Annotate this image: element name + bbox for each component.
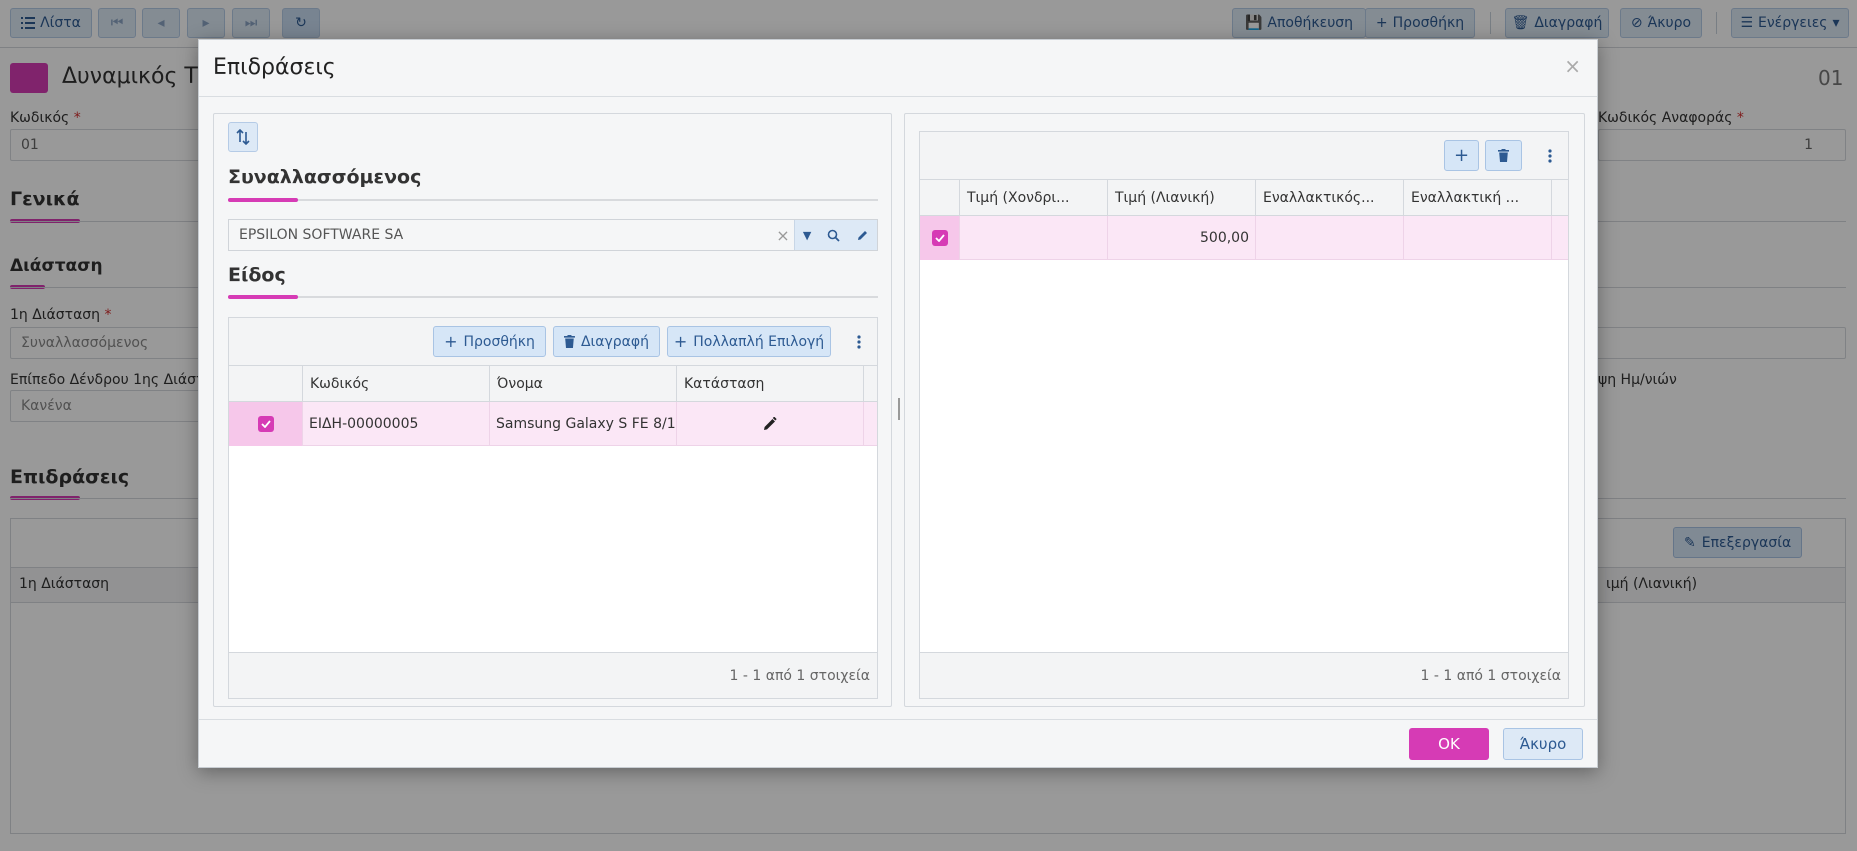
trash-icon [564, 335, 575, 348]
lookup-buttons: ▼ [794, 220, 877, 250]
dialog-footer: OK Άκυρο [199, 719, 1597, 767]
retail-price-cell[interactable]: 500,00 [1108, 216, 1256, 260]
column-header-code[interactable]: Κωδικός [303, 366, 490, 402]
select-column-header [229, 366, 303, 402]
prices-grid-pager: 1 - 1 από 1 στοιχεία [920, 652, 1568, 698]
delete-price-button[interactable] [1485, 140, 1522, 171]
search-icon[interactable] [827, 229, 840, 242]
add-item-button[interactable]: + Προσθήκη [433, 326, 546, 357]
trash-icon [1498, 149, 1509, 162]
dialog-header: Επιδράσεις × [199, 40, 1597, 97]
dialog-cancel-button[interactable]: Άκυρο [1503, 728, 1583, 760]
section-line [228, 296, 878, 298]
row-checkbox-cell[interactable] [229, 402, 303, 446]
prices-grid-header: Τιμή (Χονδρι... Τιμή (Λιανική) Εναλλακτι… [920, 180, 1568, 216]
close-icon[interactable]: × [1564, 54, 1581, 78]
plus-icon: + [673, 332, 688, 351]
left-panel: Συναλλασσόμενος EPSILON SOFTWARE SA × ▼ … [213, 113, 892, 707]
table-row[interactable]: ΕΙΔΗ-00000005 Samsung Galaxy S FE 8/128G [229, 402, 877, 446]
section-accent [228, 198, 298, 202]
delete-item-button-label: Διαγραφή [580, 333, 649, 350]
pencil-icon[interactable] [763, 417, 777, 431]
column-header-wholesale-price[interactable]: Τιμή (Χονδρι... [960, 180, 1108, 216]
panel-splitter[interactable] [898, 398, 900, 420]
column-header-status[interactable]: Κατάσταση [677, 366, 864, 402]
column-header-name[interactable]: Όνομα [490, 366, 677, 402]
dropdown-caret-icon[interactable]: ▼ [803, 229, 811, 242]
prices-grid-toolbar: + [920, 132, 1568, 180]
row-checkbox-cell[interactable] [920, 216, 960, 260]
partner-lookup-value[interactable]: EPSILON SOFTWARE SA [229, 220, 772, 250]
add-item-button-label: Προσθήκη [463, 333, 535, 350]
item-name-cell: Samsung Galaxy S FE 8/128G [490, 402, 677, 446]
column-header-alt-1[interactable]: Εναλλακτικός... [1256, 180, 1404, 216]
section-line [228, 199, 878, 201]
items-grid: + Προσθήκη Διαγραφή + Πολλαπλή Επιλογή Κωδ… [228, 317, 878, 699]
partner-section-title: Συναλλασσόμενος [228, 166, 422, 188]
sort-arrows-icon [236, 129, 250, 145]
alt-1-cell[interactable] [1256, 216, 1404, 260]
checkbox-checked-icon[interactable] [257, 416, 274, 432]
alt-2-cell[interactable] [1404, 216, 1552, 260]
multi-select-button[interactable]: + Πολλαπλή Επιλογή [667, 326, 831, 357]
plus-icon: + [1453, 145, 1470, 166]
items-grid-toolbar: + Προσθήκη Διαγραφή + Πολλαπλή Επιλογή [229, 318, 877, 366]
multi-select-button-label: Πολλαπλή Επιλογή [693, 333, 825, 350]
column-header-alt-2[interactable]: Εναλλακτική ... [1404, 180, 1552, 216]
effects-dialog: Επιδράσεις × Συναλλασσόμενος EPSILON SOF… [198, 39, 1598, 768]
dialog-title: Επιδράσεις [213, 55, 336, 80]
more-options-icon[interactable] [1540, 146, 1560, 166]
right-panel: + Τιμή (Χονδρι... Τιμή (Λιανική) Εναλλακ… [904, 113, 1585, 707]
prices-grid: + Τιμή (Χονδρι... Τιμή (Λιανική) Εναλλακ… [919, 131, 1569, 699]
item-section-title: Είδος [228, 264, 286, 286]
delete-item-button[interactable]: Διαγραφή [553, 326, 660, 357]
swap-order-button[interactable] [228, 122, 258, 152]
items-grid-pager: 1 - 1 από 1 στοιχεία [229, 652, 877, 698]
section-accent [228, 295, 298, 299]
partner-lookup[interactable]: EPSILON SOFTWARE SA × ▼ [228, 219, 878, 251]
select-column-header [920, 180, 960, 216]
more-options-icon[interactable] [849, 332, 869, 352]
items-grid-header: Κωδικός Όνομα Κατάσταση [229, 366, 877, 402]
plus-icon: + [444, 332, 458, 351]
item-code-cell: ΕΙΔΗ-00000005 [303, 402, 490, 446]
wholesale-price-cell[interactable] [960, 216, 1108, 260]
table-row[interactable]: 500,00 [920, 216, 1568, 260]
ok-button[interactable]: OK [1409, 728, 1489, 760]
column-header-retail-price[interactable]: Τιμή (Λιανική) [1108, 180, 1256, 216]
item-status-cell [677, 402, 864, 446]
add-price-button[interactable]: + [1444, 140, 1479, 171]
pencil-icon[interactable] [856, 229, 869, 242]
clear-icon[interactable]: × [772, 220, 794, 250]
checkbox-checked-icon[interactable] [931, 230, 948, 246]
